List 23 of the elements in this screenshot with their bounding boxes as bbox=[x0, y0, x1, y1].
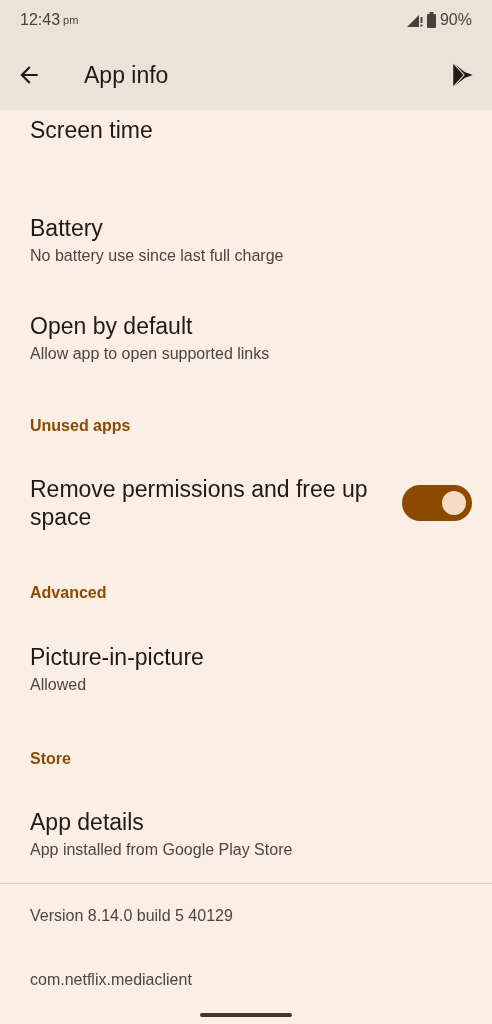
setting-summary: Allow app to open supported links bbox=[30, 344, 271, 364]
section-header: Advanced bbox=[30, 583, 107, 603]
battery-icon bbox=[426, 12, 436, 28]
setting-summary: No battery use since last full charge bbox=[30, 246, 285, 266]
setting-title[interactable]: Open by default bbox=[30, 312, 462, 340]
setting-title[interactable]: Battery bbox=[30, 214, 462, 242]
section-header: Store bbox=[30, 749, 71, 769]
setting-summary: App installed from Google Play Store bbox=[30, 840, 294, 860]
toggle-switch[interactable] bbox=[402, 484, 472, 521]
status-ampm: pm bbox=[63, 14, 79, 26]
battery-percent: 90% bbox=[439, 11, 472, 29]
setting-title[interactable]: Picture-in-picture bbox=[30, 643, 462, 671]
info-text: Version 8.14.0 build 5 40129 bbox=[30, 907, 233, 925]
gesture-handle[interactable] bbox=[200, 1013, 292, 1017]
app-bar-title: App info bbox=[84, 61, 169, 89]
status-time: 12:43 bbox=[20, 11, 61, 29]
setting-title[interactable]: App details bbox=[30, 808, 462, 836]
section-header: Unused apps bbox=[30, 416, 131, 436]
setting-title[interactable]: Remove permissions and free up space bbox=[30, 474, 372, 531]
signal-icon bbox=[406, 13, 423, 27]
setting-summary: Allowed bbox=[30, 675, 88, 695]
setting-title[interactable]: Screen time bbox=[30, 116, 462, 144]
info-text: com.netflix.mediaclient bbox=[30, 971, 192, 989]
